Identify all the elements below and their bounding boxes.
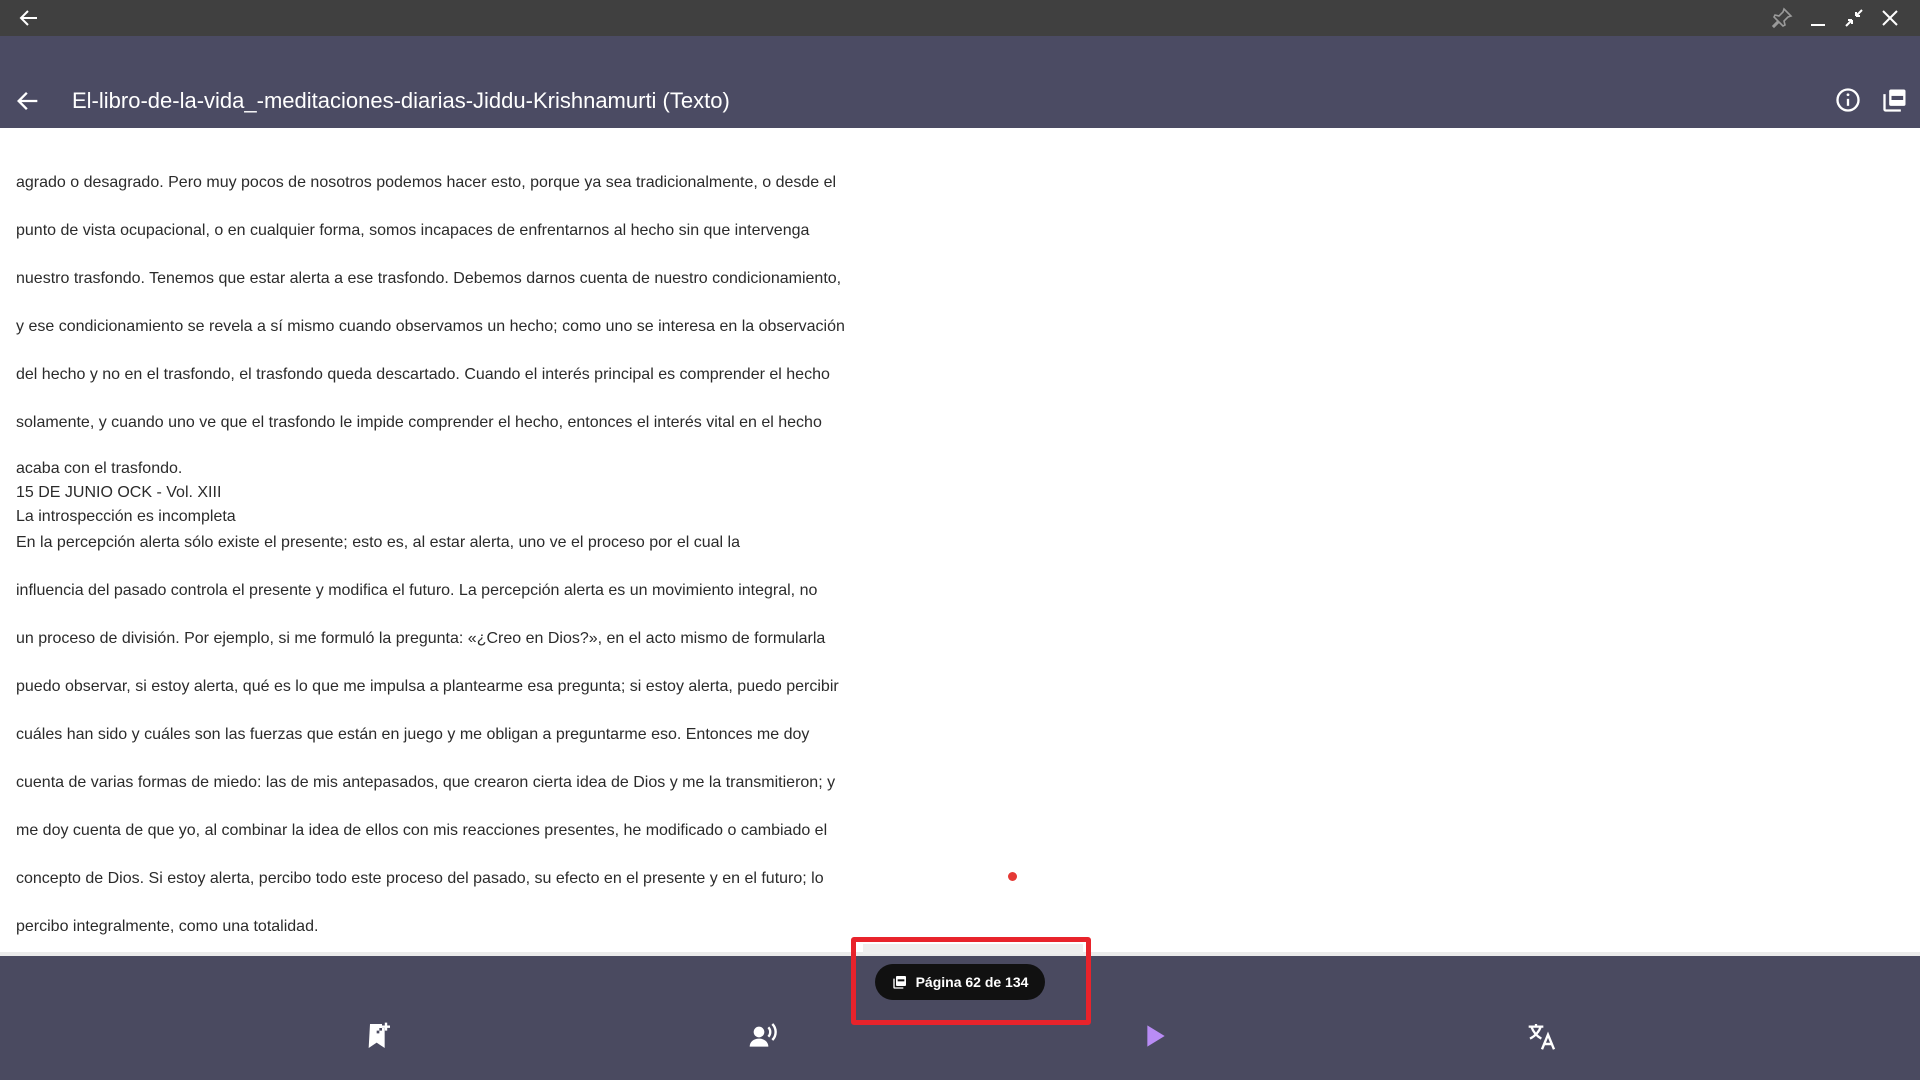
minimize-icon[interactable] [1806,6,1830,30]
pages-icon [892,976,906,989]
translate-icon [1528,1024,1556,1050]
text-line: percibo integralmente, como una totalida… [16,918,319,935]
text-line: agrado o desagrado. Pero muy pocos de no… [16,174,837,191]
text-line: concepto de Dios. Si estoy alerta, perci… [16,870,824,887]
text-line: influencia del pasado controla el presen… [16,582,818,599]
pin-icon[interactable] [1770,6,1794,30]
play-icon [1147,1025,1165,1047]
back-arrow-icon[interactable] [14,87,42,115]
restore-icon[interactable] [1842,6,1866,30]
text-line: nuestro trasfondo. Tenemos que estar ale… [16,270,842,287]
text-line: un proceso de división. Por ejemplo, si … [16,630,826,647]
voice-button[interactable] [747,1020,779,1052]
text-line: del hecho y no en el trasfondo, el trasf… [16,366,830,383]
bookmark-add-button[interactable] [362,1020,394,1052]
document-title: El-libro-de-la-vida_-meditaciones-diaria… [72,88,730,113]
window-titlebar [0,0,1920,36]
record-voice-icon [749,1023,777,1047]
section-heading: La introspección es incompleta [16,508,236,525]
reading-text: agrado o desagrado. Pero muy pocos de no… [16,169,916,949]
text-line: y ese condicionamiento se revela a sí mi… [16,318,845,335]
text-line: solamente, y cuando uno ve que el trasfo… [16,414,822,431]
info-icon[interactable] [1834,86,1862,114]
close-icon[interactable] [1878,6,1902,30]
play-button[interactable] [1138,1020,1170,1052]
highlight-strip [863,944,1083,954]
text-line: cuáles han sido y cuáles son las fuerzas… [16,726,810,743]
app-bar: El-libro-de-la-vida_-meditaciones-diaria… [0,36,1920,128]
page-indicator[interactable]: Página 62 de 134 [875,964,1045,1000]
touch-indicator-dot [1008,872,1017,881]
text-line: cuenta de varias formas de miedo: las de… [16,774,836,791]
text-line: acaba con el trasfondo. [16,460,183,477]
page-indicator-label: Página 62 de 134 [915,974,1029,990]
translate-button[interactable] [1526,1020,1558,1052]
pdf-icon[interactable] [1881,86,1909,114]
section-date: 15 DE JUNIO OCK - Vol. XIII [16,484,222,501]
text-line: punto de vista ocupacional, o en cualqui… [16,222,810,239]
text-line: En la percepción alerta sólo existe el p… [16,534,740,551]
window-back-icon[interactable] [17,6,41,30]
text-line: puedo observar, si estoy alerta, qué es … [16,678,839,695]
text-line: me doy cuenta de que yo, al combinar la … [16,822,828,839]
bookmark-add-icon [368,1022,390,1048]
